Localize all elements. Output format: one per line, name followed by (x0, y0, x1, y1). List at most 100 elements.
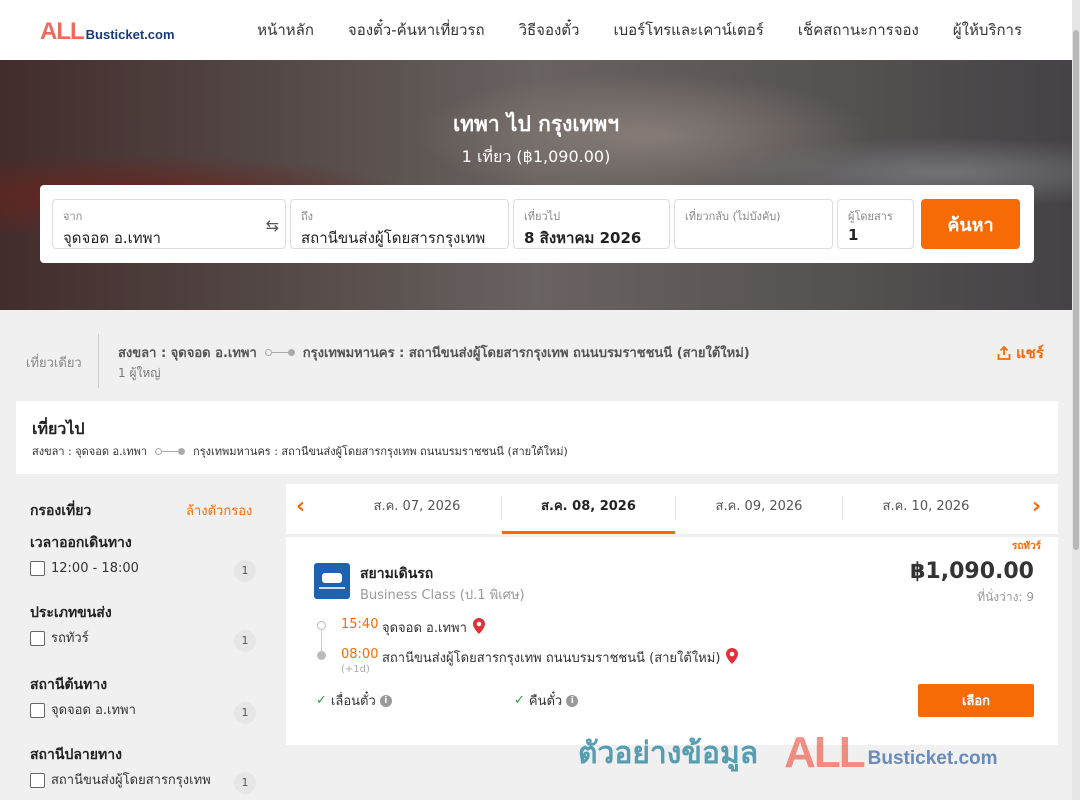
return-date-field[interactable]: เที่ยวกลับ (ไม่บังคับ) (674, 199, 833, 249)
prev-date-arrow-icon[interactable]: ‹ (296, 494, 305, 519)
outbound-to: กรุงเทพมหานคร : สถานีขนส่งผู้โดยสารกรุงเ… (193, 445, 568, 458)
passenger-count: 1 ผู้ใหญ่ (118, 366, 161, 380)
passenger-value: 1 (848, 226, 859, 244)
filter-option-time[interactable]: 12:00 - 18:00 1 (30, 560, 256, 582)
checkbox[interactable] (30, 703, 45, 718)
select-trip-button[interactable]: เลือก (918, 684, 1034, 717)
share-label: แชร์ (1016, 344, 1044, 362)
timeline-start-dot (317, 621, 326, 630)
date-tab-active[interactable]: ส.ค. 08, 2026 (502, 484, 675, 534)
depart-stop-name: จุดจอด อ.เทพา (382, 621, 467, 636)
filter-option-origin[interactable]: จุดจอด อ.เทพา 1 (30, 702, 256, 724)
date-tab[interactable]: ส.ค. 07, 2026 (334, 484, 500, 534)
nav-home[interactable]: หน้าหลัก (257, 18, 314, 42)
trip-summary: เที่ยวเดียว สงขลา : จุดจอด อ.เทพา กรุงเท… (0, 310, 1072, 400)
watermark-logo-rest: Busticket.com (867, 748, 998, 769)
route-connector-icon (264, 349, 295, 356)
depart-time: 15:40 (341, 617, 379, 632)
logo-busticket: Busticket.com (85, 27, 175, 42)
filter-sidebar: กรองเที่ยว ล้างตัวกรอง เวลาออกเดินทาง 12… (16, 484, 274, 800)
summary-divider (98, 334, 99, 388)
depart-stop: จุดจอด อ.เทพา (382, 617, 485, 638)
outbound-header: เที่ยวไป สงขลา : จุดจอด อ.เทพา กรุงเทพมห… (16, 401, 1058, 474)
reschedule-label: เลื่อนตั๋ว (330, 694, 376, 709)
hero-banner: เทพา ไป กรุงเทพฯ 1 เที่ยว (฿1,090.00) จา… (0, 60, 1072, 310)
operator-logo (314, 563, 350, 599)
filter-option-transport[interactable]: รถทัวร์ 1 (30, 630, 256, 652)
watermark-logo-all: ALL (784, 728, 866, 777)
passenger-label: ผู้โดยสาร (848, 210, 893, 223)
trip-price: ฿1,090.00 (910, 559, 1034, 584)
filter-transport-type-title: ประเภทขนส่ง (30, 605, 112, 621)
scrollbar-thumb[interactable] (1073, 30, 1079, 550)
filter-count: 1 (234, 560, 256, 582)
filter-count: 1 (234, 702, 256, 724)
to-label: ถึง (301, 210, 314, 223)
next-day-indicator: (+1d) (341, 664, 370, 675)
info-icon[interactable]: i (566, 694, 579, 707)
trip-type: เที่ยวเดียว (26, 356, 82, 371)
return-label: เที่ยวกลับ (ไม่บังคับ) (685, 210, 781, 223)
page-scrollbar[interactable] (1072, 0, 1080, 800)
map-pin-icon[interactable] (472, 617, 485, 638)
filter-option-label: 12:00 - 18:00 (51, 561, 139, 576)
nav-operators[interactable]: ผู้ให้บริการ (953, 18, 1022, 42)
filter-option-label: จุดจอด อ.เทพา (51, 703, 136, 718)
depart-label: เที่ยวไป (524, 210, 561, 223)
swap-icon[interactable]: ⇆ (266, 216, 279, 235)
filter-count: 1 (234, 630, 256, 652)
share-button[interactable]: แชร์ (996, 341, 1044, 365)
filter-option-label: สถานีขนส่งผู้โดยสารกรุงเทพ (51, 773, 211, 788)
checkbox[interactable] (30, 561, 45, 576)
nav-contacts[interactable]: เบอร์โทรและเคาน์เตอร์ (613, 18, 763, 42)
date-tab[interactable]: ส.ค. 10, 2026 (843, 484, 1009, 534)
operator-name: สยามเดินรถ (360, 566, 434, 582)
filter-destination-title: สถานีปลายทาง (30, 747, 122, 763)
route-subtitle: 1 เที่ยว (฿1,090.00) (461, 147, 611, 166)
depart-date-field[interactable]: เที่ยวไป 8 สิงหาคม 2026 (513, 199, 670, 249)
summary-route: สงขลา : จุดจอด อ.เทพา กรุงเทพมหานคร : สถ… (118, 342, 750, 363)
seats-available: ที่นั่งว่าง: 9 (977, 590, 1034, 604)
summary-from: สงขลา : จุดจอด อ.เทพา (118, 346, 257, 361)
trip-result-card: รถทัวร์ สยามเดินรถ Business Class (ป.1 พ… (286, 537, 1058, 745)
from-value: จุดจอด อ.เทพา (63, 229, 161, 247)
info-icon[interactable]: i (379, 694, 392, 707)
to-field[interactable]: ถึง สถานีขนส่งผู้โดยสารกรุงเทพ (290, 199, 509, 249)
reschedule-feature: ✓ เลื่อนตั๋ว i (316, 690, 392, 711)
main-menu: หน้าหลัก จองตั๋ว-ค้นหาเที่ยวรถ วิธีจองตั… (257, 0, 1022, 60)
search-button[interactable]: ค้นหา (921, 199, 1020, 249)
site-logo[interactable]: ALL Busticket.com (40, 18, 175, 46)
filter-option-destination[interactable]: สถานีขนส่งผู้โดยสารกรุงเทพ 1 (30, 772, 256, 794)
summary-to: กรุงเทพมหานคร : สถานีขนส่งผู้โดยสารกรุงเ… (302, 346, 750, 361)
outbound-route: สงขลา : จุดจอด อ.เทพา กรุงเทพมหานคร : สถ… (32, 442, 568, 460)
watermark: ตัวอย่างข้อมูล ALL Busticket.com (578, 728, 1058, 778)
outbound-title: เที่ยวไป (32, 419, 85, 438)
arrive-stop-name: สถานีขนส่งผู้โดยสารกรุงเทพ ถนนบรมราชชนนี… (382, 651, 721, 666)
refund-feature: ✓ คืนตั๋ว i (514, 690, 579, 711)
search-box: จาก จุดจอด อ.เทพา ⇆ ถึง สถานีขนส่งผู้โดย… (40, 185, 1034, 263)
share-icon (997, 345, 1011, 360)
top-navbar: ALL Busticket.com หน้าหลัก จองตั๋ว-ค้นหา… (0, 0, 1072, 60)
nav-how-to-book[interactable]: วิธีจองตั๋ว (519, 18, 580, 42)
check-icon: ✓ (316, 693, 327, 708)
logo-all: ALL (40, 18, 85, 45)
from-field[interactable]: จาก จุดจอด อ.เทพา ⇆ (52, 199, 286, 249)
nav-booking[interactable]: จองตั๋ว-ค้นหาเที่ยวรถ (348, 18, 485, 42)
checkbox[interactable] (30, 773, 45, 788)
check-icon: ✓ (514, 693, 525, 708)
filter-count: 1 (234, 772, 256, 794)
filter-title: กรองเที่ยว (30, 503, 92, 519)
passenger-field[interactable]: ผู้โดยสาร 1 (837, 199, 914, 249)
arrive-time: 08:00 (341, 647, 379, 662)
outbound-from: สงขลา : จุดจอด อ.เทพา (32, 445, 148, 458)
next-date-arrow-icon[interactable]: › (1032, 494, 1041, 519)
vehicle-type-tag: รถทัวร์ (1012, 541, 1042, 552)
depart-value: 8 สิงหาคม 2026 (524, 229, 642, 247)
arrive-stop: สถานีขนส่งผู้โดยสารกรุงเทพ ถนนบรมราชชนนี… (382, 647, 739, 668)
map-pin-icon[interactable] (726, 647, 739, 668)
checkbox[interactable] (30, 631, 45, 646)
from-label: จาก (63, 210, 83, 223)
date-tab[interactable]: ส.ค. 09, 2026 (676, 484, 842, 534)
nav-check-booking[interactable]: เช็คสถานะการจอง (798, 18, 919, 42)
clear-filters-link[interactable]: ล้างตัวกรอง (186, 500, 252, 521)
